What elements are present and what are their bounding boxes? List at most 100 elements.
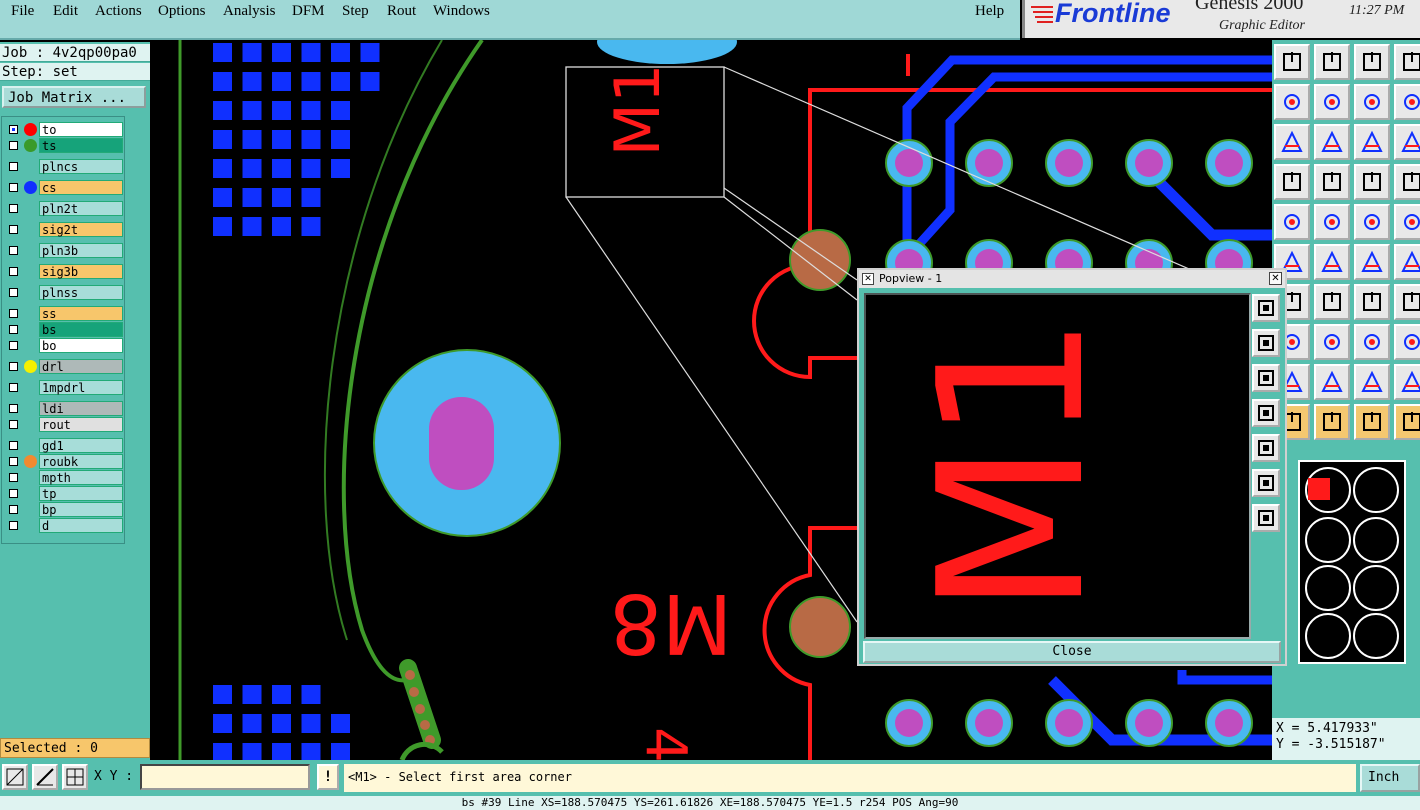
rotate-icon[interactable] xyxy=(1354,284,1390,320)
menu-actions[interactable]: Actions xyxy=(95,3,142,20)
layer-checkbox[interactable] xyxy=(9,489,18,498)
layer-checkbox[interactable] xyxy=(9,441,18,450)
layer-checkbox[interactable] xyxy=(9,246,18,255)
open-icon[interactable] xyxy=(1394,44,1420,80)
layer-checkbox[interactable] xyxy=(9,183,18,192)
popview-canvas[interactable]: M1 xyxy=(864,293,1251,639)
menu-file[interactable]: File xyxy=(11,3,34,20)
popview-restore-icon[interactable] xyxy=(1252,294,1280,322)
menu-windows[interactable]: Windows xyxy=(433,3,490,20)
move-up-icon[interactable] xyxy=(1274,44,1310,80)
layer-checkbox[interactable] xyxy=(9,288,18,297)
layer-row-cs[interactable]: cs xyxy=(5,180,123,195)
layer-row-ldi[interactable]: ldi xyxy=(5,401,123,416)
exclamation-button[interactable]: ! xyxy=(317,764,339,790)
layer-row-sig2t[interactable]: sig2t xyxy=(5,222,123,237)
layer-checkbox[interactable] xyxy=(9,309,18,318)
pick-icon[interactable] xyxy=(1274,204,1310,240)
popview-down-icon[interactable] xyxy=(1252,364,1280,392)
job-matrix-button[interactable]: Job Matrix ... xyxy=(2,86,146,108)
layer-checkbox[interactable] xyxy=(9,521,18,530)
layer-row-plnss[interactable]: plnss xyxy=(5,285,123,300)
menu-edit[interactable]: Edit xyxy=(53,3,78,20)
menu-analysis[interactable]: Analysis xyxy=(223,3,276,20)
layer-row-sig3b[interactable]: sig3b xyxy=(5,264,123,279)
layer-checkbox[interactable] xyxy=(9,473,18,482)
popview-right-icon[interactable] xyxy=(1252,434,1280,462)
layer-row-pln2t[interactable]: pln2t xyxy=(5,201,123,216)
layer-checkbox[interactable] xyxy=(9,325,18,334)
window-menu-icon[interactable]: ✕ xyxy=(862,273,874,285)
popview-titlebar[interactable]: ✕ Popview - 1 ✕ xyxy=(859,270,1285,288)
menu-rout[interactable]: Rout xyxy=(387,3,416,20)
minus-icon[interactable] xyxy=(1314,324,1350,360)
layer-row-mpth[interactable]: mpth xyxy=(5,470,123,485)
menu-help[interactable]: Help xyxy=(975,3,1004,20)
split-icon[interactable] xyxy=(1394,284,1420,320)
layer-checkbox[interactable] xyxy=(9,404,18,413)
unit-button[interactable]: Inch xyxy=(1360,764,1420,792)
arrow-in-icon[interactable] xyxy=(1394,244,1420,280)
fit-icon[interactable] xyxy=(1274,124,1310,160)
peak-a-icon[interactable] xyxy=(1354,364,1390,400)
layer-checkbox[interactable] xyxy=(9,125,18,134)
slash-icon[interactable] xyxy=(1314,284,1350,320)
layer-row-gd1[interactable]: gd1 xyxy=(5,438,123,453)
layer-row-1mpdrl[interactable]: 1mpdrl xyxy=(5,380,123,395)
layer-checkbox[interactable] xyxy=(9,162,18,171)
popview-left-icon[interactable] xyxy=(1252,399,1280,427)
probe-icon[interactable] xyxy=(1314,164,1350,200)
close-button[interactable]: Close xyxy=(863,641,1281,663)
popview-up-icon[interactable] xyxy=(1252,329,1280,357)
ruler-icon[interactable] xyxy=(1354,204,1390,240)
layer-row-ss[interactable]: ss xyxy=(5,306,123,321)
layer-row-bp[interactable]: bp xyxy=(5,502,123,517)
cross-icon[interactable] xyxy=(1314,244,1350,280)
popview-fit-v-icon[interactable] xyxy=(1252,504,1280,532)
zoom-area-icon[interactable] xyxy=(2,764,28,790)
layers-icon[interactable] xyxy=(1354,164,1390,200)
flag-icon[interactable] xyxy=(1394,364,1420,400)
zoom-icon[interactable] xyxy=(1314,124,1350,160)
measure-icon[interactable] xyxy=(1354,324,1390,360)
layer-checkbox[interactable] xyxy=(9,420,18,429)
left-icon[interactable] xyxy=(1274,84,1310,120)
select-circle-icon[interactable] xyxy=(1354,404,1390,440)
layer-checkbox[interactable] xyxy=(9,267,18,276)
settings-icon[interactable] xyxy=(1274,164,1310,200)
close-icon[interactable]: ✕ xyxy=(1269,272,1282,285)
layer-row-bs[interactable]: bs xyxy=(5,322,123,337)
menu-dfm[interactable]: DFM xyxy=(292,3,325,20)
loop-icon[interactable] xyxy=(1354,84,1390,120)
layer-row-to[interactable]: to xyxy=(5,122,123,137)
layer-row-ts[interactable]: ts xyxy=(5,138,123,153)
grid-icon[interactable] xyxy=(62,764,88,790)
menu-step[interactable]: Step xyxy=(342,3,369,20)
menu-options[interactable]: Options xyxy=(158,3,206,20)
layer-row-plncs[interactable]: plncs xyxy=(5,159,123,174)
layer-checkbox[interactable] xyxy=(9,141,18,150)
sort-icon[interactable] xyxy=(1394,164,1420,200)
help-icon[interactable] xyxy=(1394,124,1420,160)
layer-checkbox[interactable] xyxy=(9,362,18,371)
layer-row-d[interactable]: d xyxy=(5,518,123,533)
move-down-icon[interactable] xyxy=(1314,44,1350,80)
circle-icon[interactable] xyxy=(1394,204,1420,240)
home-icon[interactable] xyxy=(1354,44,1390,80)
layer-row-rout[interactable]: rout xyxy=(5,417,123,432)
layer-checkbox[interactable] xyxy=(9,204,18,213)
select-y-icon[interactable] xyxy=(1394,404,1420,440)
right-icon[interactable] xyxy=(1314,84,1350,120)
layer-row-roubk[interactable]: roubk xyxy=(5,454,123,469)
ratio-icon[interactable] xyxy=(1354,124,1390,160)
layer-checkbox[interactable] xyxy=(9,341,18,350)
layer-checkbox[interactable] xyxy=(9,225,18,234)
layer-row-pln3b[interactable]: pln3b xyxy=(5,243,123,258)
next-icon[interactable] xyxy=(1394,84,1420,120)
layer-row-bo[interactable]: bo xyxy=(5,338,123,353)
layer-row-tp[interactable]: tp xyxy=(5,486,123,501)
arrow-point-icon[interactable] xyxy=(1354,244,1390,280)
layer-row-drl[interactable]: drl xyxy=(5,359,123,374)
layer-checkbox[interactable] xyxy=(9,457,18,466)
line-icon[interactable] xyxy=(1314,204,1350,240)
